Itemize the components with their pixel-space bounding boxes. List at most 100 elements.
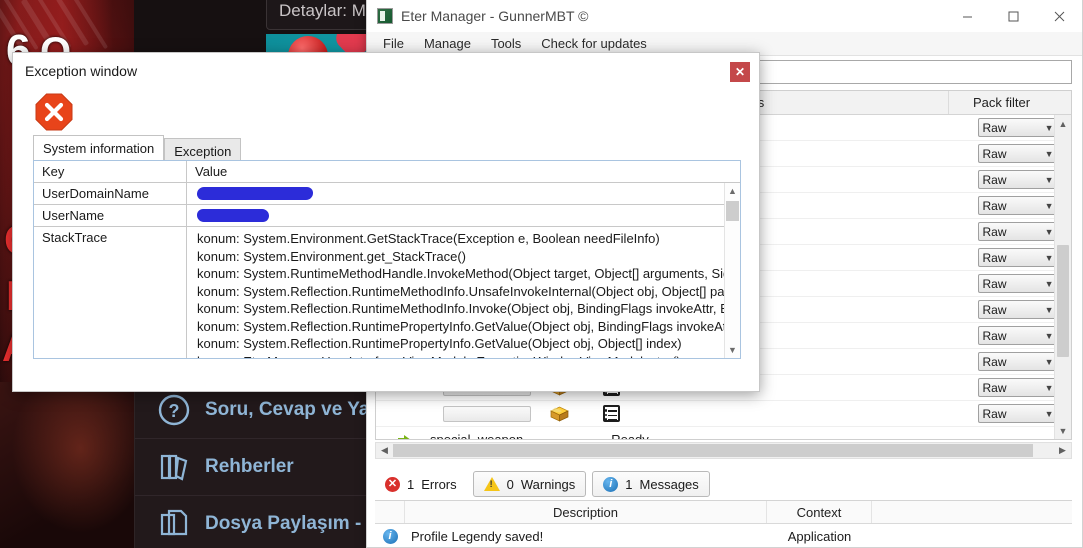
stacktrace-line: konum: System.Environment.GetStackTrace(…: [197, 231, 660, 246]
menu-item-check-for-updates[interactable]: Check for updates: [533, 33, 655, 54]
redaction-mark: [196, 187, 314, 200]
app-titlebar[interactable]: Eter Manager - GunnerMBT ©: [367, 0, 1082, 32]
svg-text:?: ?: [169, 401, 180, 421]
package-icon[interactable]: [549, 406, 569, 422]
chevron-down-icon: ▼: [1044, 252, 1054, 263]
scroll-thumb[interactable]: [1057, 245, 1069, 357]
chevron-down-icon: ▼: [1044, 148, 1054, 159]
pack-filter-select[interactable]: Raw ▼: [977, 352, 1060, 371]
pack-filter-select[interactable]: Raw ▼: [977, 274, 1060, 293]
row-value-redacted: [187, 205, 740, 227]
row-key: UserName: [34, 205, 187, 227]
scroll-up-icon[interactable]: ▲: [725, 183, 740, 199]
log-list: Description Context i Profile Legendy sa…: [375, 500, 1072, 547]
pack-filter-select[interactable]: Raw ▼: [977, 144, 1060, 163]
log-row-description: Profile Legendy saved!: [411, 528, 544, 544]
background-photo: [0, 382, 134, 548]
pack-filter-value: Raw: [982, 146, 1007, 161]
errors-count: 1: [407, 476, 415, 492]
grid-vertical-scrollbar[interactable]: ▲ ▼: [1054, 115, 1071, 439]
file-copy-icon: [157, 507, 191, 541]
column-header-pack-filter[interactable]: Pack filter: [949, 91, 1054, 114]
warning-icon: [483, 477, 500, 491]
exception-vertical-scrollbar[interactable]: ▲ ▼: [724, 183, 740, 358]
errors-counter[interactable]: ✕ 1 Errors: [375, 471, 467, 497]
menu-item-tools[interactable]: Tools: [483, 33, 529, 54]
messages-label: Messages: [639, 476, 699, 492]
maximize-button[interactable]: [990, 0, 1036, 32]
row-key: StackTrace: [34, 227, 187, 358]
warnings-count: 0: [506, 476, 514, 492]
stacktrace-line: konum: System.Environment.get_StackTrace…: [197, 248, 467, 264]
messages-counter[interactable]: i 1 Messages: [592, 471, 710, 497]
exception-close-button[interactable]: ✕: [730, 62, 750, 82]
row-file-cell[interactable]: [436, 405, 538, 422]
menu-item-manage[interactable]: Manage: [416, 33, 479, 54]
status-counters: ✕ 1 Errors 0 Warnings i 1 Messages: [375, 470, 1072, 498]
pack-filter-select[interactable]: Raw ▼: [977, 196, 1060, 215]
nav-item-label: Rehberler: [205, 456, 294, 477]
minimize-button[interactable]: [944, 0, 990, 32]
chevron-down-icon: ▼: [1044, 330, 1054, 341]
table-row[interactable]: UserName: [34, 205, 740, 227]
row-value-redacted: [187, 183, 740, 205]
scroll-left-icon[interactable]: ◀: [376, 443, 393, 458]
table-row[interactable]: UserDomainName: [34, 183, 740, 205]
chevron-down-icon: ▼: [1044, 278, 1054, 289]
hscroll-thumb[interactable]: [393, 444, 1033, 457]
pack-filter-select[interactable]: Raw ▼: [977, 248, 1060, 267]
pack-filter-select[interactable]: Raw ▼: [977, 378, 1060, 397]
pack-filter-value: Raw: [982, 224, 1007, 239]
row-name-cell: [376, 401, 436, 427]
hscroll-track[interactable]: [393, 443, 1054, 458]
grid-horizontal-scrollbar[interactable]: ◀ ▶: [375, 442, 1072, 459]
stacktrace-line: konum: System.RuntimeMethodHandle.Invoke…: [197, 266, 740, 281]
tab-system-information[interactable]: System information: [33, 135, 165, 163]
column-header-key[interactable]: Key: [34, 161, 187, 182]
scroll-thumb[interactable]: [726, 201, 739, 221]
warnings-counter[interactable]: 0 Warnings: [472, 471, 587, 497]
row-value-stacktrace: konum: System.Environment.GetStackTrace(…: [187, 227, 740, 358]
screen: 6 O C K AÇ NDA! Detaylar: Moderatör Alım…: [0, 0, 1083, 548]
log-row[interactable]: i Profile Legendy saved! Application: [375, 524, 1072, 548]
pack-filter-select[interactable]: Raw ▼: [977, 326, 1060, 345]
chevron-down-icon: ▼: [1044, 226, 1054, 237]
column-header-value[interactable]: Value: [187, 161, 740, 182]
table-row[interactable]: Raw ▼: [376, 401, 1071, 427]
menu-item-file[interactable]: File: [375, 33, 412, 54]
current-row-arrow-icon: [398, 434, 412, 439]
package-icon-cell[interactable]: [538, 406, 580, 422]
pack-filter-select[interactable]: Raw ▼: [977, 404, 1060, 423]
scroll-down-icon[interactable]: ▼: [1055, 422, 1071, 439]
exception-tabs: System information Exception: [33, 135, 242, 164]
close-button[interactable]: [1036, 0, 1082, 32]
log-row-context: Application: [787, 528, 852, 544]
list-action-cell[interactable]: [580, 405, 642, 422]
stacktrace-line: konum: System.Reflection.RuntimeProperty…: [197, 318, 740, 334]
table-row-special-weapon[interactable]: special_weapon Ready: [376, 427, 1071, 440]
chevron-down-icon: ▼: [1044, 382, 1054, 393]
scroll-right-icon[interactable]: ▶: [1054, 443, 1071, 458]
scroll-up-icon[interactable]: ▲: [1055, 115, 1071, 132]
pack-filter-select[interactable]: Raw ▼: [977, 118, 1060, 137]
pack-filter-value: Raw: [982, 198, 1007, 213]
error-icon: ✕: [385, 476, 400, 492]
list-icon[interactable]: [602, 405, 620, 422]
pack-filter-select[interactable]: Raw ▼: [977, 222, 1060, 241]
file-chip[interactable]: [443, 405, 531, 422]
chevron-down-icon: ▼: [1044, 304, 1054, 315]
log-column-context[interactable]: Context: [767, 501, 872, 523]
pack-filter-select[interactable]: Raw ▼: [977, 300, 1060, 319]
pack-filter-value: Raw: [982, 328, 1007, 343]
error-octagon-icon: [35, 93, 73, 131]
special-row-status: Ready: [611, 432, 649, 440]
log-column-description[interactable]: Description: [405, 501, 767, 523]
books-icon: [157, 450, 191, 484]
table-row-stacktrace[interactable]: StackTrace konum: System.Environment.Get…: [34, 227, 740, 358]
chevron-down-icon: ▼: [1044, 122, 1054, 133]
window-controls: [944, 0, 1082, 32]
pack-filter-select[interactable]: Raw ▼: [977, 170, 1060, 189]
exception-table-header: Key Value: [34, 161, 740, 183]
log-row-icon-cell: i: [375, 528, 405, 544]
scroll-down-icon[interactable]: ▼: [725, 342, 740, 358]
